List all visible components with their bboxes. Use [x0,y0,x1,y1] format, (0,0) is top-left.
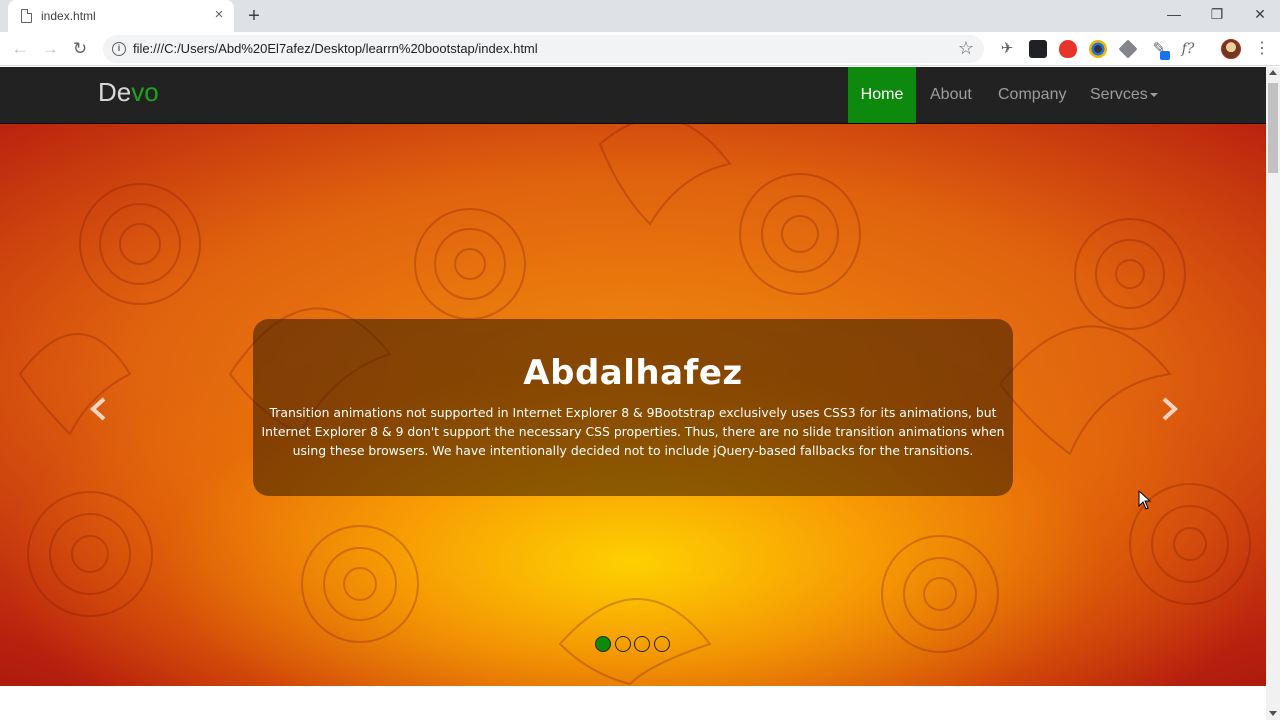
forward-button[interactable]: → [39,38,61,60]
caret-down-icon [1149,92,1158,97]
browser-toolbar: ← → ↻ i file:///C:/Users/Abd%20El7afez/D… [0,32,1280,66]
scroll-down-arrow-icon[interactable] [1269,711,1277,716]
carousel-indicator-3[interactable] [634,636,650,652]
page-scrollbar[interactable] [1266,67,1280,720]
brand-logo[interactable]: Devo [98,77,159,107]
hero-carousel: Abdalhafez Transition animations not sup… [0,124,1266,686]
opera-extension-icon[interactable] [1059,40,1077,58]
nav-services-dropdown[interactable]: Servces [1090,67,1158,123]
page-viewport: Devo Home About Company Servces Abdalhaf… [0,67,1266,720]
carousel-prev-button[interactable] [84,394,114,424]
browser-tabstrip: index.html × + — ❐ ✕ [0,0,1280,32]
color-picker-extension-icon[interactable] [1089,40,1107,58]
browser-tab[interactable]: index.html × [8,0,234,32]
scrollbar-thumb[interactable] [1268,83,1278,173]
extension-pin-icon[interactable]: ✈ [998,40,1016,58]
browser-menu-icon[interactable]: ⋮ [1254,38,1270,60]
scroll-up-arrow-icon[interactable] [1269,70,1277,75]
function-extension-icon[interactable]: f? [1179,40,1197,58]
close-window-button[interactable]: ✕ [1238,0,1280,30]
address-bar[interactable]: i file:///C:/Users/Abd%20El7afez/Desktop… [103,35,984,63]
profile-avatar[interactable] [1221,39,1241,59]
minimize-button[interactable]: — [1152,0,1196,30]
extension-badge [1160,51,1170,60]
file-icon [21,9,32,23]
carousel-caption: Abdalhafez Transition animations not sup… [253,319,1013,496]
site-navbar: Devo Home About Company Servces [0,67,1266,124]
caption-title: Abdalhafez [523,353,743,393]
tab-title: index.html [41,9,96,23]
tab-close-icon[interactable]: × [211,7,227,23]
nav-company[interactable]: Company [998,67,1066,123]
nav-services-label: Servces [1090,86,1148,103]
nav-about[interactable]: About [930,67,972,123]
info-icon[interactable]: i [112,42,126,56]
restore-button[interactable]: ❐ [1195,0,1239,30]
incognito-extension-icon[interactable] [1029,40,1047,58]
carousel-indicator-4[interactable] [654,636,670,652]
caption-text: Transition animations not supported in I… [261,405,1005,458]
brand-part-1: De [98,77,132,107]
nav-home[interactable]: Home [848,67,916,123]
carousel-indicator-2[interactable] [615,636,631,652]
carousel-next-button[interactable] [1154,394,1184,424]
cube-extension-icon[interactable] [1118,39,1138,59]
chevron-right-icon [1162,397,1178,421]
url-text[interactable]: file:///C:/Users/Abd%20El7afez/Desktop/l… [133,41,538,56]
reload-button[interactable]: ↻ [69,38,91,60]
bookmark-star-icon[interactable]: ☆ [958,38,974,59]
brand-part-2: vo [131,77,159,107]
carousel-indicator-1[interactable] [595,636,611,652]
back-button[interactable]: ← [9,38,31,60]
new-tab-button[interactable]: + [244,5,264,27]
chevron-left-icon [90,397,106,421]
mouse-cursor-icon [1138,490,1152,510]
